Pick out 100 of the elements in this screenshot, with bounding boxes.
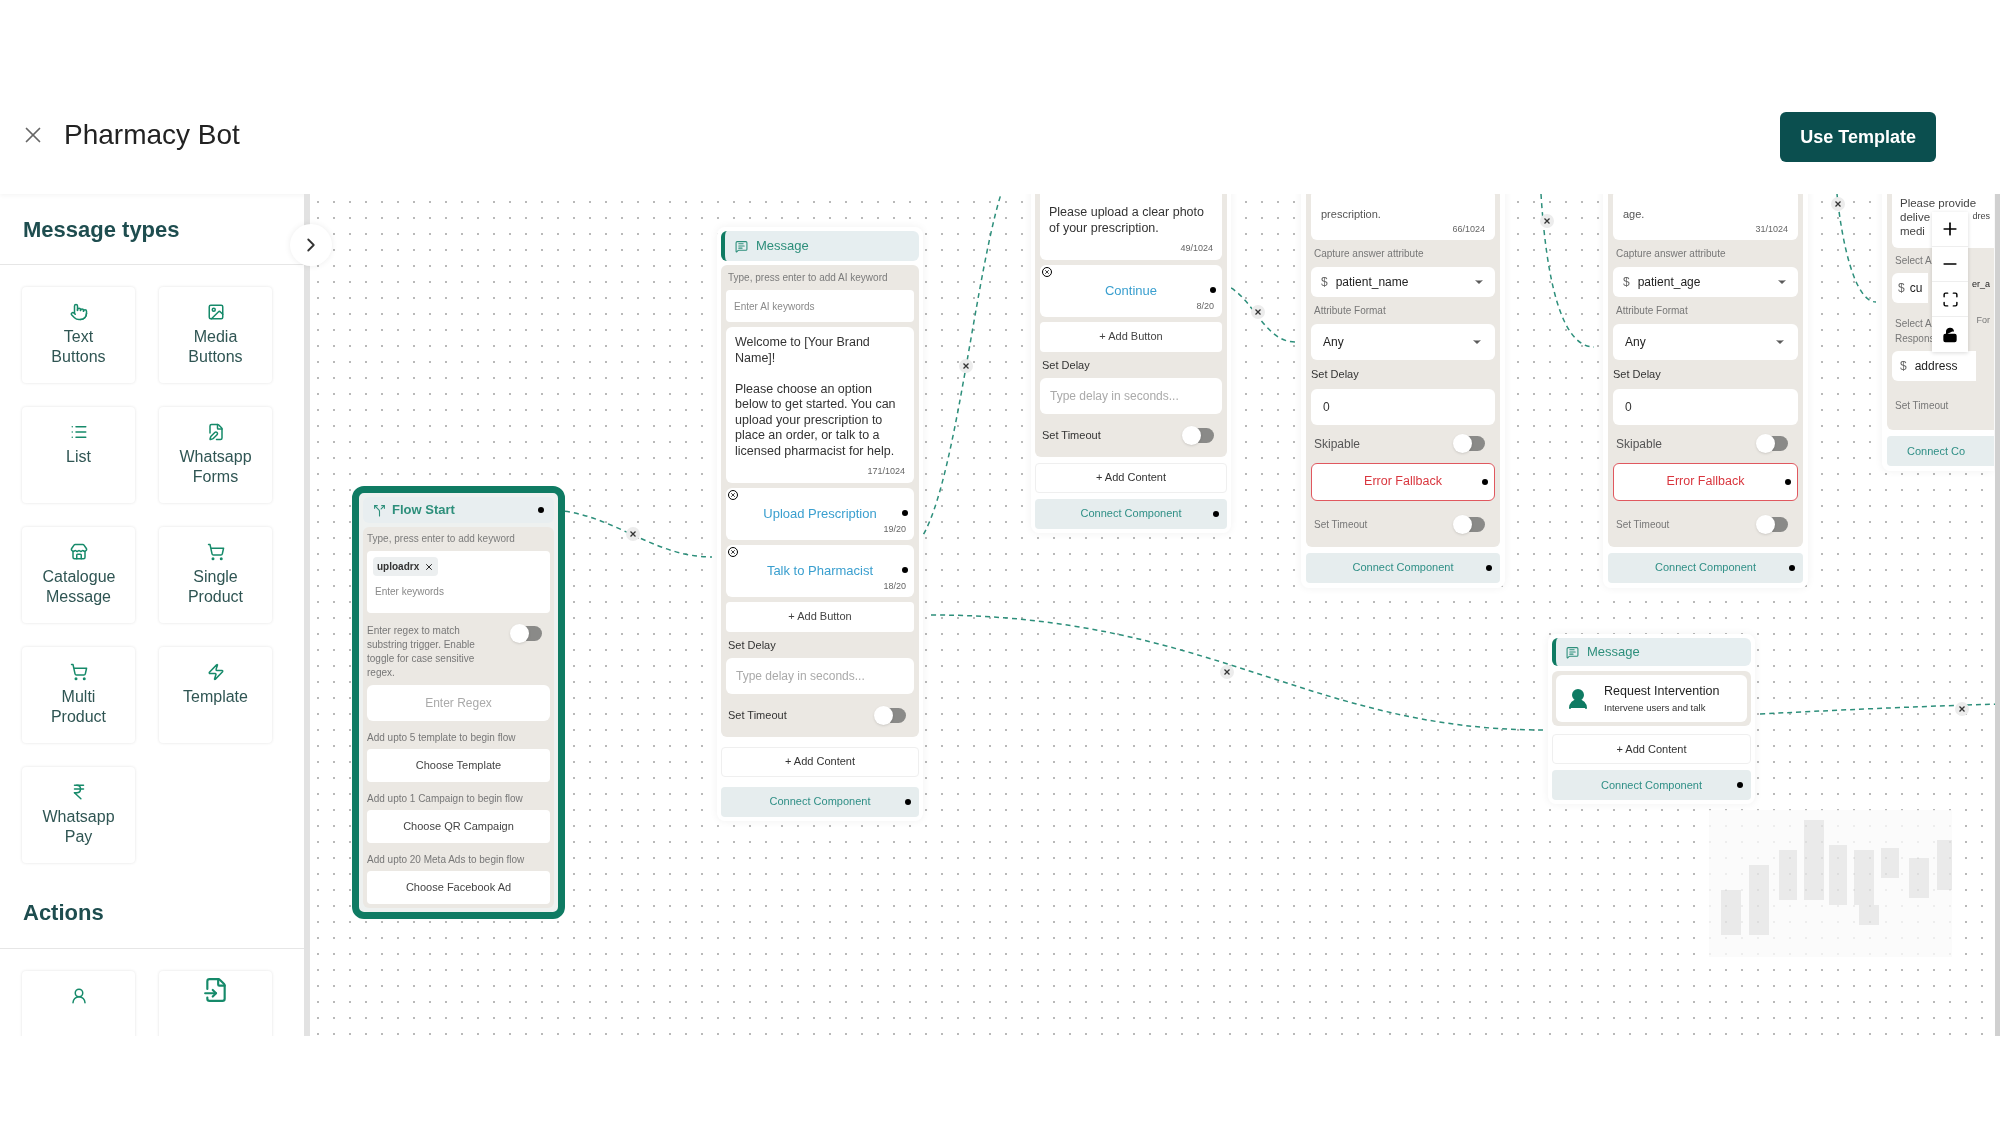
delete-edge-icon[interactable]: [1831, 197, 1845, 211]
add-content-button[interactable]: + Add Content: [721, 746, 919, 777]
delete-edge-icon[interactable]: [626, 527, 640, 541]
field-label: Skipable: [1314, 435, 1361, 453]
toggle-switch[interactable]: [1455, 436, 1485, 451]
file-icon: [202, 977, 229, 1003]
field-label: Select A: [1894, 254, 1933, 268]
regex-field[interactable]: Enter Regex: [367, 685, 550, 721]
add-content-button[interactable]: + Add Content: [1552, 734, 1751, 764]
question-node[interactable]: age. 31/1024 Capture answer attribute $ patient_age Attribute Format Any Set Delay 0 Skipable Error Fallback Set Timeout Connect Component: [1603, 194, 1808, 588]
delete-edge-icon[interactable]: [959, 359, 973, 373]
field-label: Capture answer attribute: [1313, 247, 1425, 261]
collapse-sidebar-button[interactable]: [290, 224, 332, 266]
attribute-value: patient_age: [1637, 274, 1702, 291]
reply-button-label: Talk to Pharmacist: [766, 561, 874, 580]
attribute-select[interactable]: $ patient_age: [1613, 267, 1798, 297]
delete-edge-icon[interactable]: [1540, 214, 1554, 228]
delete-edge-icon[interactable]: [1251, 305, 1265, 319]
fit-view-icon[interactable]: [1941, 290, 1959, 308]
scrollbar[interactable]: [1995, 194, 2000, 1036]
field-label: Set Timeout: [1042, 428, 1101, 443]
message-node[interactable]: Message Request Intervention Intervene users and talk + Add Content Connect Component: [1548, 634, 1755, 804]
add-content-button[interactable]: + Add Content: [1035, 462, 1227, 493]
question-node[interactable]: prescription. 66/1024 Capture answer attribute $ patient_name Attribute Format Any Set Delay 0 Skipable Error Fallback Set Timeout Connect Component: [1301, 194, 1505, 588]
image-icon: [206, 303, 225, 321]
connection-handle[interactable]: [538, 507, 544, 513]
chooser-button[interactable]: Choose QR Campaign: [367, 810, 550, 843]
field-label: Set Delay: [1613, 367, 1662, 382]
toggle-switch[interactable]: [1758, 516, 1788, 532]
message-text-card[interactable]: Please upload a clear photo of your prescription. 49/1024: [1040, 194, 1222, 260]
toggle-switch[interactable]: [512, 626, 542, 641]
reply-button-card[interactable]: Upload Prescription 19/20: [726, 487, 914, 540]
message-type-tile[interactable]: Catalogue Message: [22, 527, 135, 623]
chooser-button[interactable]: Choose Facebook Ad: [367, 871, 550, 904]
message-type-tile[interactable]: Single Product: [159, 527, 272, 623]
message-text-card[interactable]: prescription. 66/1024: [1311, 194, 1495, 240]
message-node[interactable]: Please upload a clear photo of your prescription. 49/1024 Continue 8/20 + Add Button Set Delay Type delay in seconds... Set Timeout + Add Content Connect Component: [1031, 194, 1231, 533]
message-text-card[interactable]: age. 31/1024: [1613, 194, 1798, 240]
reply-button-card[interactable]: Continue 8/20: [1040, 264, 1222, 317]
format-select[interactable]: Any: [1311, 324, 1495, 360]
message-type-tile[interactable]: Template: [159, 647, 272, 743]
flow-start-node[interactable]: [352, 486, 565, 919]
connection-handle[interactable]: [1737, 782, 1743, 788]
connection-handle[interactable]: [905, 798, 911, 805]
delay-field[interactable]: 0: [1613, 388, 1798, 425]
message-node[interactable]: [717, 227, 923, 821]
connection-handle[interactable]: [1789, 564, 1795, 571]
attribute-select[interactable]: $ address: [1892, 351, 1976, 381]
message-type-tile[interactable]: Whatsapp Pay: [22, 767, 135, 863]
cart-icon: [206, 543, 225, 561]
toggle-switch[interactable]: [876, 707, 906, 723]
connection-handle[interactable]: [1482, 478, 1488, 485]
toggle-switch[interactable]: [1455, 516, 1485, 532]
use-template-button[interactable]: Use Template: [1780, 112, 1936, 162]
field-label: Set Delay: [727, 637, 777, 653]
delay-field[interactable]: Type delay in seconds...: [726, 658, 914, 694]
delay-field[interactable]: Type delay in seconds...: [1040, 378, 1222, 414]
message-type-tile[interactable]: Text Buttons: [22, 287, 135, 383]
tile-label: Template: [182, 687, 249, 707]
message-type-tile[interactable]: Whatsapp Forms: [159, 407, 272, 503]
error-fallback-button[interactable]: Error Fallback: [1311, 462, 1495, 501]
node-title: Flow Start: [392, 501, 456, 520]
format-select[interactable]: Any: [1613, 324, 1798, 360]
attribute-select[interactable]: $ cu: [1892, 273, 1928, 303]
connection-handle[interactable]: [1785, 478, 1791, 485]
message-text: Please provide: [1900, 196, 1977, 210]
message-text: delive: [1900, 210, 1931, 224]
attribute-value: address: [1914, 358, 1958, 375]
field-label: Set Delay: [1311, 367, 1360, 382]
delete-edge-icon[interactable]: [1220, 665, 1234, 679]
intervention-card[interactable]: Request Intervention Intervene users and talk: [1556, 675, 1747, 722]
message-type-tile[interactable]: Multi Product: [22, 647, 135, 743]
character-count: 31/1024: [1755, 222, 1788, 236]
tile-label: Single Product: [186, 567, 245, 607]
ai-keyword-field[interactable]: Enter AI keywords: [726, 290, 914, 322]
error-fallback-button[interactable]: Error Fallback: [1613, 462, 1798, 501]
message-type-tile[interactable]: Media Buttons: [159, 287, 272, 383]
remove-icon[interactable]: [424, 561, 435, 572]
attribute-value: patient_name: [1335, 274, 1410, 291]
keyword-placeholder: Enter keywords: [374, 585, 445, 599]
connection-handle[interactable]: [902, 566, 908, 573]
keyword-field[interactable]: uploadrx Enter keywords: [367, 551, 550, 613]
lock-icon[interactable]: [1942, 326, 1958, 343]
reply-button-card[interactable]: Talk to Pharmacist 18/20: [726, 544, 914, 597]
toggle-switch[interactable]: [1758, 436, 1788, 451]
connection-handle[interactable]: [902, 509, 908, 516]
add-button[interactable]: + Add Button: [1040, 321, 1222, 352]
connection-handle[interactable]: [1213, 510, 1219, 517]
chooser-button[interactable]: Choose Template: [367, 749, 550, 782]
add-button[interactable]: + Add Button: [726, 601, 914, 632]
toggle-switch[interactable]: [1184, 427, 1214, 443]
message-text-card[interactable]: Welcome to [Your Brand Name]! Please choose an option below to get started. You can upload your prescription to place an order, or talk to a licensed pharmacist for help. 171/1024: [726, 327, 914, 483]
message-type-tile[interactable]: List: [22, 407, 135, 503]
delete-edge-icon[interactable]: [1955, 702, 1969, 716]
delay-field[interactable]: 0: [1311, 388, 1495, 425]
attribute-select[interactable]: $ patient_name: [1311, 267, 1495, 297]
connection-handle[interactable]: [1210, 286, 1216, 293]
lightning-icon: [206, 663, 225, 681]
field-label: Attribute Format: [1615, 304, 1689, 318]
connection-handle[interactable]: [1486, 564, 1492, 571]
